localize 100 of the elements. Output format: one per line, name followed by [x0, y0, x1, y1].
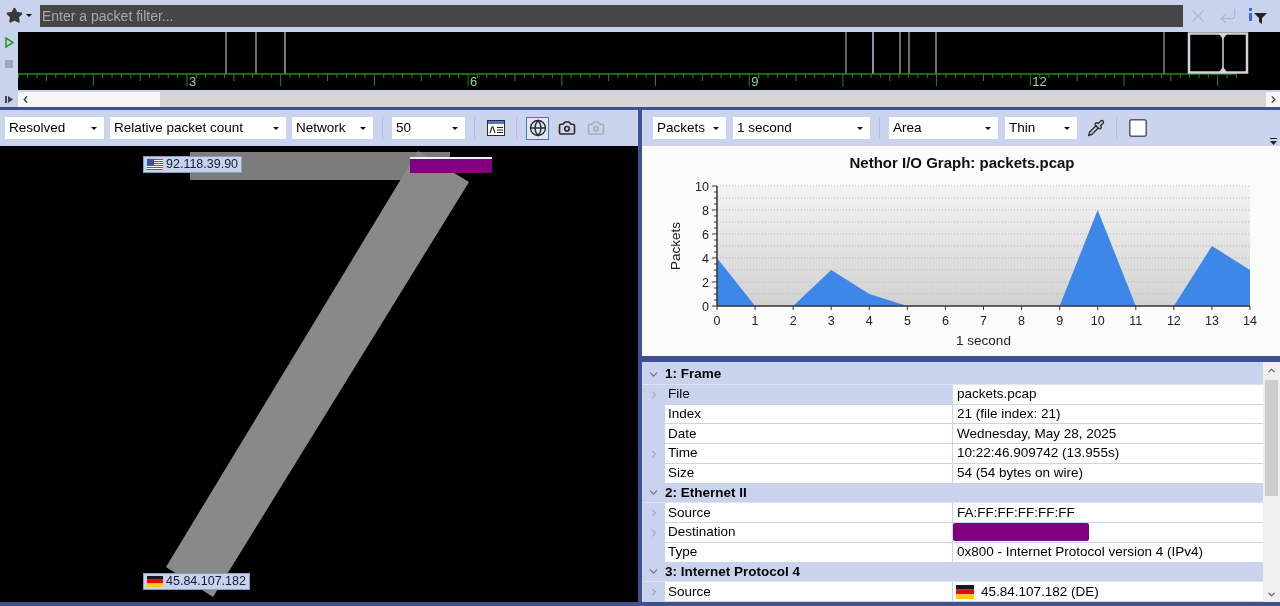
filter-field[interactable]: Enter a packet filter... [40, 4, 1183, 27]
property-value: 45.84.107.182 (DE) [981, 582, 1099, 601]
axis-tick-label: 8 [702, 203, 709, 218]
vertical-scrollbar[interactable] [1263, 362, 1280, 602]
globe-icon [528, 119, 547, 137]
host-address: 45.84.107.182 [166, 574, 246, 589]
axis-tick-label: 3 [827, 314, 835, 328]
overflow-icon [1269, 138, 1277, 145]
axis-tick-label: 0 [713, 314, 721, 328]
axis-tick-label: 6 [702, 227, 709, 242]
axis-tick-label: 0 [702, 299, 709, 314]
property-value: FA:FF:FF:FF:FF:FF [952, 503, 1263, 523]
axis-title: Packets [668, 222, 683, 270]
german-flag-icon [147, 576, 163, 587]
axis-tick-label: 4 [865, 314, 873, 328]
caret-icon [273, 126, 279, 130]
packet-line [908, 32, 910, 75]
axis-tick-label: 2 [789, 314, 797, 328]
axis-tick-label: 7 [980, 314, 987, 328]
chart-title: Nethor I/O Graph: packets.pcap [849, 154, 1075, 171]
scroll-thumb[interactable] [32, 92, 160, 107]
scroll-right-button[interactable] [1266, 92, 1280, 107]
caret-icon [713, 126, 719, 130]
dropdown[interactable]: Network [292, 117, 373, 139]
window-icon [486, 120, 505, 136]
ruler-label: 3 [189, 75, 197, 89]
graph-canvas[interactable]: 92.118.39.90 45.84.107.182 [0, 146, 638, 602]
camera-icon [586, 119, 605, 137]
axis-tick-label: 1 [751, 314, 759, 328]
stop-icon [5, 60, 13, 68]
axis-tick-label: 14 [1243, 314, 1257, 328]
square-button[interactable] [1126, 116, 1149, 140]
property-value: 0x800 - Internet Protocol version 4 (IPv4) [952, 542, 1263, 563]
caret-icon [985, 126, 991, 130]
axis-tick-label: 10 [695, 179, 709, 194]
camera-icon [557, 119, 576, 137]
dropdown[interactable]: Resolved [5, 117, 104, 139]
host-label[interactable]: 45.84.107.182 [143, 573, 250, 590]
german-flag-icon [956, 584, 974, 599]
selection-window[interactable] [1187, 32, 1249, 74]
caret-icon [26, 14, 32, 17]
packet-line [225, 32, 227, 75]
skip-icon [4, 96, 14, 103]
host-label[interactable]: 92.118.39.90 [143, 156, 243, 173]
packet-line [255, 32, 257, 75]
axis-tick-label: 13 [1205, 314, 1219, 328]
ruler-label: 6 [470, 75, 478, 89]
property-value: 21 (file index: 21) [952, 404, 1263, 425]
dropdown[interactable]: Thin [1005, 117, 1077, 139]
axis-tick-label: 2 [702, 275, 709, 290]
timeline-panel[interactable]: 3 6 9 12 [18, 32, 1280, 90]
scroll-thumb[interactable] [1265, 380, 1278, 496]
caret-icon [360, 126, 366, 130]
dropdown[interactable]: Relative packet count [110, 117, 286, 139]
property-label[interactable]: Size [665, 463, 952, 484]
property-value: packets.pcap [952, 384, 1263, 405]
scroll-left-button[interactable] [18, 92, 32, 107]
axis-tick-label: 6 [941, 314, 949, 328]
packet-line [899, 32, 901, 75]
caret-icon [857, 126, 863, 130]
property-label[interactable]: Date [665, 424, 952, 444]
filter-icon [1248, 6, 1268, 25]
axis-tick-label: 4 [702, 251, 709, 266]
star-icon [6, 7, 23, 24]
axis-tick-label: 8 [1018, 314, 1026, 328]
play-button[interactable] [3, 36, 15, 49]
property-value: 10:22:46.909742 (13.955s) [952, 444, 1263, 464]
host-address: 92.118.39.90 [166, 157, 239, 172]
caret-icon [91, 126, 97, 130]
packet-line [1163, 32, 1165, 75]
property-label[interactable]: Type [665, 542, 952, 563]
dropdown[interactable]: 50 [392, 117, 465, 139]
property-label[interactable]: Time [665, 444, 952, 464]
property-label[interactable]: Destination [665, 523, 952, 543]
axis-tick-label: 9 [1056, 314, 1064, 328]
square-icon [1128, 119, 1147, 137]
property-label[interactable]: Source [665, 503, 952, 523]
axis-tick-label: 11 [1129, 314, 1143, 328]
globe-button[interactable] [526, 116, 549, 140]
axis-tick-label: 10 [1090, 314, 1105, 328]
property-label[interactable]: Source [665, 582, 952, 602]
section-title: 2: Ethernet II [665, 484, 747, 501]
axis-tick-label: 12 [1166, 314, 1181, 328]
property-value: 54 (54 bytes on wire) [952, 463, 1263, 484]
ruler-label: 9 [751, 75, 759, 89]
section-title: 3: Internet Protocol 4 [665, 563, 801, 580]
dropdown[interactable]: Packets [653, 117, 726, 139]
play-icon [4, 37, 14, 48]
axis-title: 1 second [956, 333, 1011, 348]
dropdown[interactable]: 1 second [733, 117, 870, 139]
eyedropper-icon [1086, 119, 1105, 137]
ruler-label: 12 [1032, 75, 1047, 89]
packet-line [935, 32, 937, 75]
stop-button[interactable] [3, 58, 15, 70]
axis-tick-label: 5 [903, 314, 911, 328]
property-label[interactable]: Index [665, 404, 952, 425]
section-title: 1: Frame [665, 366, 722, 383]
dropdown[interactable]: Area [889, 117, 998, 139]
caret-icon [452, 126, 458, 130]
caret-icon [1064, 126, 1070, 130]
